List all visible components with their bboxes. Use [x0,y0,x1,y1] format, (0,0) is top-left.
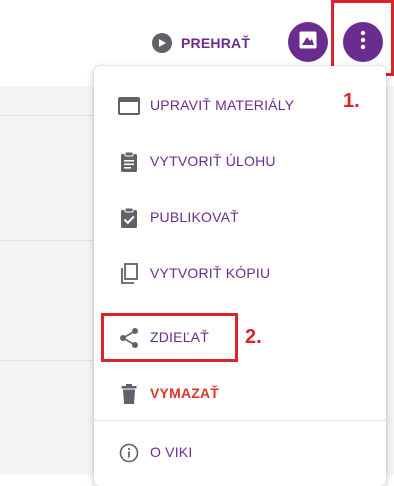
menu-divider [94,420,386,421]
menu-item-copy[interactable]: VYTVORIŤ KÓPIU [94,253,334,293]
step-2-label: 2. [245,326,262,348]
play-circle-icon [152,33,172,53]
menu-item-label: PUBLIKOVAŤ [150,209,239,225]
row-divider [0,240,94,241]
clipboard-list-icon [117,150,141,174]
row-divider [0,360,94,361]
clipboard-check-icon [117,206,141,230]
menu-item-label: VYMAZAŤ [150,385,220,401]
image-icon [298,30,318,55]
play-button[interactable]: PREHRAŤ [152,32,250,54]
share-item-highlight [101,313,238,362]
window-icon [117,94,141,118]
info-icon [117,441,141,465]
play-button-label: PREHRAŤ [181,35,251,51]
menu-item-label: VYTVORIŤ KÓPIU [150,265,271,281]
menu-item-label: VYTVORIŤ ÚLOHU [150,153,276,169]
menu-item-create-task[interactable]: VYTVORIŤ ÚLOHU [94,141,334,181]
menu-item-delete[interactable]: VYMAZAŤ [94,373,334,413]
menu-item-about[interactable]: O VIKI [94,432,334,472]
copy-icon [117,262,141,286]
menu-item-label: UPRAVIŤ MATERIÁLY [150,97,295,113]
step-1-label: 1. [343,90,360,112]
more-button-highlight [331,0,394,76]
image-button[interactable] [288,22,328,62]
context-menu: UPRAVIŤ MATERIÁLY VYTVORIŤ ÚLOHU PUBLIKO… [94,66,386,486]
menu-item-edit-materials[interactable]: UPRAVIŤ MATERIÁLY [94,85,334,125]
menu-item-label: O VIKI [150,444,193,460]
row-divider [0,115,94,116]
menu-item-publish[interactable]: PUBLIKOVAŤ [94,197,334,237]
trash-icon [117,382,141,406]
